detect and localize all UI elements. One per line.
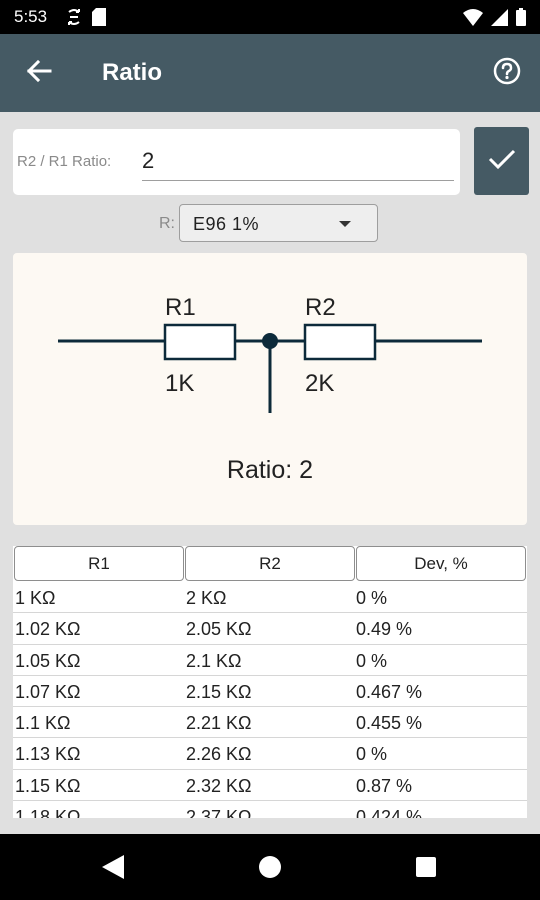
table-row[interactable]: 1.13 KΩ 2.26 KΩ 0 % <box>13 738 527 770</box>
cell-r2: 2.26 KΩ <box>186 744 252 765</box>
circuit-diagram: R1 1K R2 2K Ratio: 2 <box>13 253 527 525</box>
wifi-icon <box>463 8 483 31</box>
sd-card-icon <box>92 8 106 31</box>
r2-name: R2 <box>305 294 336 321</box>
signal-icon <box>491 8 508 31</box>
status-bar: 5:53 <box>0 0 540 34</box>
ratio-input-card: R2 / R1 Ratio: <box>13 129 460 195</box>
cell-r2: 2.05 KΩ <box>186 619 252 640</box>
arrow-back-icon <box>26 59 52 88</box>
cell-r1: 1.18 KΩ <box>15 807 81 818</box>
cell-r1: 1.13 KΩ <box>15 744 81 765</box>
table-row[interactable]: 1.02 KΩ 2.05 KΩ 0.49 % <box>13 613 527 645</box>
cell-r2: 2.32 KΩ <box>186 775 252 796</box>
nav-recents-icon[interactable] <box>416 857 436 877</box>
table-row[interactable]: 1 KΩ 2 KΩ 0 % <box>13 582 527 614</box>
table-row[interactable]: 1.05 KΩ 2.1 KΩ 0 % <box>13 645 527 676</box>
cell-r1: 1 KΩ <box>15 588 56 608</box>
help-button[interactable] <box>490 56 524 90</box>
cell-dev: 0.49 % <box>356 619 413 640</box>
battery-icon <box>516 8 526 31</box>
back-button[interactable] <box>22 56 56 90</box>
cell-r2: 2.21 KΩ <box>186 713 252 734</box>
cell-r2: 2 KΩ <box>186 588 227 608</box>
cell-dev: 0 % <box>356 744 388 765</box>
table-row[interactable]: 1.18 KΩ 2.37 KΩ 0.424 % <box>13 801 527 818</box>
cell-r1: 1.15 KΩ <box>15 775 81 796</box>
series-label: R: <box>159 215 175 232</box>
table-row[interactable]: 1.1 KΩ 2.21 KΩ 0.455 % <box>13 707 527 739</box>
status-right-icons <box>463 8 526 31</box>
series-dropdown[interactable]: E96 1% <box>179 204 378 242</box>
content-area: R2 / R1 Ratio: R: E96 1% R1 1K R2 2K Rat… <box>0 112 540 834</box>
series-selected-value: E96 1% <box>193 214 260 234</box>
cell-dev: 0 % <box>356 588 388 608</box>
cell-dev: 0.87 % <box>356 775 413 796</box>
nav-back-icon[interactable] <box>102 855 124 884</box>
cell-r1: 1.05 KΩ <box>15 650 81 671</box>
column-header-r1[interactable]: R1 <box>14 546 184 581</box>
r1-name: R1 <box>165 294 196 321</box>
page-title: Ratio <box>102 59 162 86</box>
column-header-r2[interactable]: R2 <box>185 546 355 581</box>
nav-home-icon[interactable] <box>259 856 281 878</box>
cell-dev: 0.467 % <box>356 681 423 702</box>
ratio-label: R2 / R1 Ratio: <box>17 153 112 170</box>
r1-value: 1K <box>165 370 194 397</box>
dropdown-arrow-icon <box>339 221 351 227</box>
cell-dev: 0.455 % <box>356 713 423 734</box>
table-row[interactable]: 1.07 KΩ 2.15 KΩ 0.467 % <box>13 676 527 708</box>
check-icon <box>488 148 516 175</box>
cell-r2: 2.37 KΩ <box>186 807 252 818</box>
table-body: 1 KΩ 2 KΩ 0 % 1.02 KΩ 2.05 KΩ 0.49 % 1.0… <box>13 582 527 818</box>
ratio-input[interactable] <box>142 141 454 181</box>
cell-r2: 2.1 KΩ <box>186 650 242 671</box>
column-header-dev[interactable]: Dev, % <box>356 546 526 581</box>
cell-r2: 2.15 KΩ <box>186 681 252 702</box>
table-row[interactable]: 1.15 KΩ 2.32 KΩ 0.87 % <box>13 770 527 802</box>
ratio-result-text: Ratio: 2 <box>226 456 314 484</box>
cell-dev: 0 % <box>356 650 388 671</box>
nav-bar <box>0 834 540 900</box>
status-left-icons <box>66 8 106 31</box>
r2-resistor <box>303 323 377 361</box>
cell-r1: 1.02 KΩ <box>15 619 81 640</box>
cell-r1: 1.07 KΩ <box>15 681 81 702</box>
r1-resistor <box>163 323 237 361</box>
sync-icon <box>66 8 82 31</box>
cell-r1: 1.1 KΩ <box>15 713 71 734</box>
app-bar: Ratio <box>0 34 540 112</box>
table-header: R1 R2 Dev, % <box>13 546 527 582</box>
results-table: R1 R2 Dev, % 1 KΩ 2 KΩ 0 % 1.02 KΩ 2.05 … <box>13 546 527 818</box>
help-circle-icon <box>493 57 521 90</box>
status-time: 5:53 <box>14 7 48 26</box>
r2-value: 2K <box>305 370 334 397</box>
cell-dev: 0.424 % <box>356 807 423 818</box>
confirm-button[interactable] <box>474 127 529 195</box>
